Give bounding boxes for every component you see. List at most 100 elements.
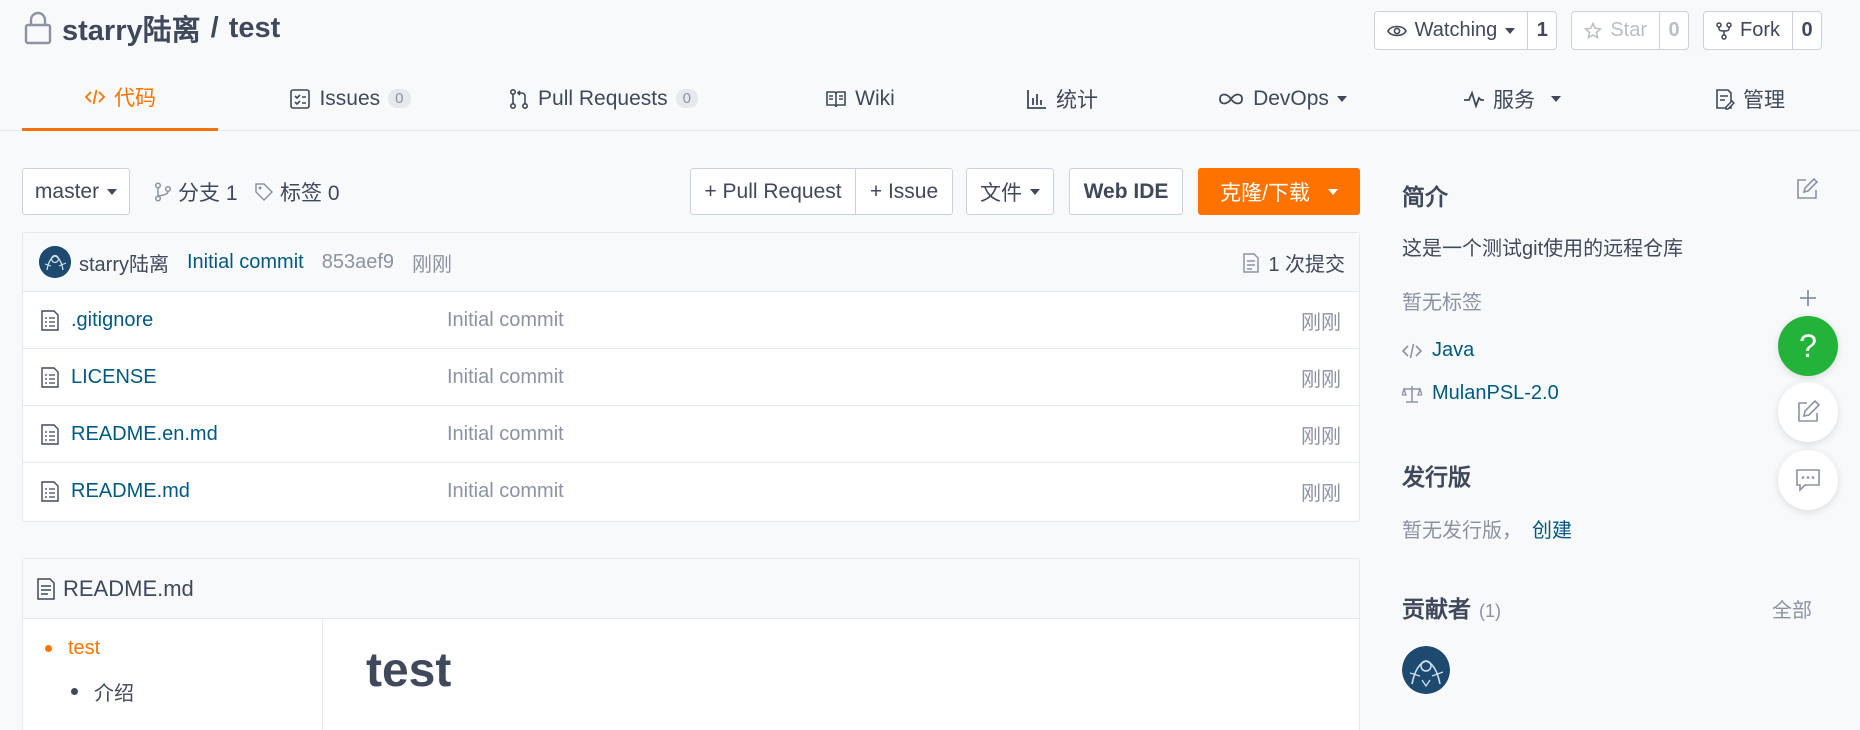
repo-name-link[interactable]: test <box>229 12 281 45</box>
help-label: ? <box>1799 327 1817 364</box>
chat-icon <box>1796 469 1820 492</box>
repo-description: 这是一个测试git使用的远程仓库 <box>1402 238 1684 260</box>
file-name-link[interactable]: README.en.md <box>71 406 218 463</box>
new-pull-request-button[interactable]: + Pull Request <box>690 168 856 215</box>
manage-icon <box>1716 88 1735 110</box>
commit-sha-link[interactable]: 853aef9 <box>322 251 394 274</box>
plus-icon[interactable] <box>1798 288 1818 308</box>
repo-header: starry陆离 / test Watching 1 Star 0 Fork 0 <box>0 0 1860 131</box>
lock-icon <box>24 11 52 45</box>
table-row[interactable]: LICENSE Initial commit 刚刚 <box>23 349 1359 406</box>
no-tags-text: 暂无标签 <box>1402 292 1482 314</box>
help-button[interactable]: ? <box>1778 316 1838 376</box>
table-row[interactable]: .gitignore Initial commit 刚刚 <box>23 292 1359 349</box>
files-dropdown[interactable]: 文件 <box>966 168 1054 215</box>
tab-pull-requests[interactable]: Pull Requests 0 <box>508 66 698 131</box>
infinity-icon <box>1219 93 1243 104</box>
release-title: 发行版 <box>1402 464 1471 490</box>
file-icon <box>41 424 59 445</box>
file-commit-message[interactable]: Initial commit <box>447 349 564 406</box>
chevron-down-icon <box>1327 188 1338 195</box>
file-name-link[interactable]: LICENSE <box>71 349 157 406</box>
toc-item-label: test <box>68 637 101 659</box>
language-item: Java <box>1402 339 1474 362</box>
contributors-title: 贡献者 <box>1402 596 1471 622</box>
file-name-link[interactable]: .gitignore <box>71 292 153 349</box>
new-issue-button[interactable]: + Issue <box>855 168 953 215</box>
avatar[interactable] <box>39 246 71 278</box>
license-link[interactable]: MulanPSL-2.0 <box>1432 382 1559 405</box>
file-commit-time: 刚刚 <box>1301 426 1341 448</box>
tags-label: 标签 0 <box>280 181 340 205</box>
tab-stats-label: 统计 <box>1056 88 1098 112</box>
chevron-down-icon <box>107 188 118 195</box>
star-button[interactable]: Star <box>1572 12 1660 49</box>
table-row[interactable]: README.en.md Initial commit 刚刚 <box>23 406 1359 463</box>
star-icon <box>1584 21 1603 39</box>
readme-panel: README.md test 介绍 test <box>22 558 1360 730</box>
file-list: starry陆离 Initial commit 853aef9 刚刚 1 次提交… <box>22 232 1360 522</box>
file-commit-time: 刚刚 <box>1301 369 1341 391</box>
tab-wiki[interactable]: Wiki <box>800 66 920 131</box>
branch-icon <box>154 181 172 202</box>
repo-tabs: 代码 Issues 0 Pull Requests 0 Wiki 统计 DevO… <box>22 66 1860 131</box>
star-count[interactable]: 0 <box>1660 12 1688 49</box>
repo-owner-link[interactable]: starry陆离 <box>62 7 201 49</box>
file-name-link[interactable]: README.md <box>71 463 190 520</box>
license-item: MulanPSL-2.0 <box>1402 382 1559 405</box>
file-commit-message[interactable]: Initial commit <box>447 292 564 349</box>
tab-stats[interactable]: 统计 <box>1002 66 1122 131</box>
bullet <box>45 645 52 652</box>
tags-link[interactable]: 标签 0 <box>254 168 340 215</box>
code-icon <box>1402 343 1422 358</box>
toc-item-label: 介绍 <box>94 683 134 705</box>
tab-code[interactable]: 代码 <box>22 66 218 131</box>
file-icon <box>41 367 59 388</box>
toc-item-test[interactable]: test <box>45 637 100 660</box>
tab-code-label: 代码 <box>114 87 156 110</box>
clone-download-button[interactable]: 克隆/下载 <box>1198 168 1360 215</box>
new-issue-label: + Issue <box>869 179 939 203</box>
bar-chart-icon <box>1027 89 1046 109</box>
fork-button[interactable]: Fork <box>1704 12 1793 49</box>
commit-author-link[interactable]: starry陆离 <box>79 248 169 277</box>
tab-issues[interactable]: Issues 0 <box>275 66 425 131</box>
commit-list-icon <box>1243 252 1260 273</box>
branch-select[interactable]: master <box>22 168 130 215</box>
tab-devops[interactable]: DevOps <box>1202 66 1362 131</box>
fork-button-group: Fork 0 <box>1703 11 1822 50</box>
create-release-link[interactable]: 创建 <box>1532 514 1572 543</box>
repo-toolbar: master 分支 1 标签 0 + Pull Request + Issue … <box>22 168 1360 215</box>
table-row[interactable]: README.md Initial commit 刚刚 <box>23 463 1359 520</box>
tab-services[interactable]: 服务 <box>1442 66 1582 131</box>
branches-link[interactable]: 分支 1 <box>154 168 238 215</box>
chat-button[interactable] <box>1778 450 1838 510</box>
avatar[interactable] <box>1402 646 1450 694</box>
edit-icon[interactable] <box>1796 178 1818 200</box>
repo-title: starry陆离 / test <box>22 8 280 48</box>
toc-item-intro[interactable]: 介绍 <box>71 677 134 706</box>
code-icon <box>84 89 106 105</box>
language-link[interactable]: Java <box>1432 339 1474 362</box>
web-ide-button[interactable]: Web IDE <box>1069 168 1183 215</box>
file-commit-message[interactable]: Initial commit <box>447 406 564 463</box>
chevron-down-icon <box>1030 188 1040 195</box>
no-release-text: 暂无发行版， <box>1402 520 1522 542</box>
contributors-count: (1) <box>1479 601 1501 621</box>
fork-count[interactable]: 0 <box>1793 12 1821 49</box>
readme-toc: test 介绍 <box>23 619 323 730</box>
tab-manage[interactable]: 管理 <box>1684 66 1814 131</box>
feedback-button[interactable] <box>1778 382 1838 442</box>
tab-pull-requests-label: Pull Requests <box>538 86 668 110</box>
star-label: Star <box>1610 19 1647 41</box>
tab-manage-label: 管理 <box>1743 88 1785 112</box>
file-commit-message[interactable]: Initial commit <box>447 463 564 520</box>
contributors-all-link[interactable]: 全部 <box>1772 594 1812 623</box>
watch-button[interactable]: Watching <box>1375 12 1529 49</box>
fork-icon <box>1716 21 1732 40</box>
watch-count[interactable]: 1 <box>1528 12 1556 49</box>
pulse-icon <box>1464 89 1484 109</box>
web-ide-label: Web IDE <box>1083 179 1169 203</box>
commit-message-link[interactable]: Initial commit <box>187 251 304 274</box>
commit-count-link[interactable]: 1 次提交 <box>1242 233 1345 292</box>
